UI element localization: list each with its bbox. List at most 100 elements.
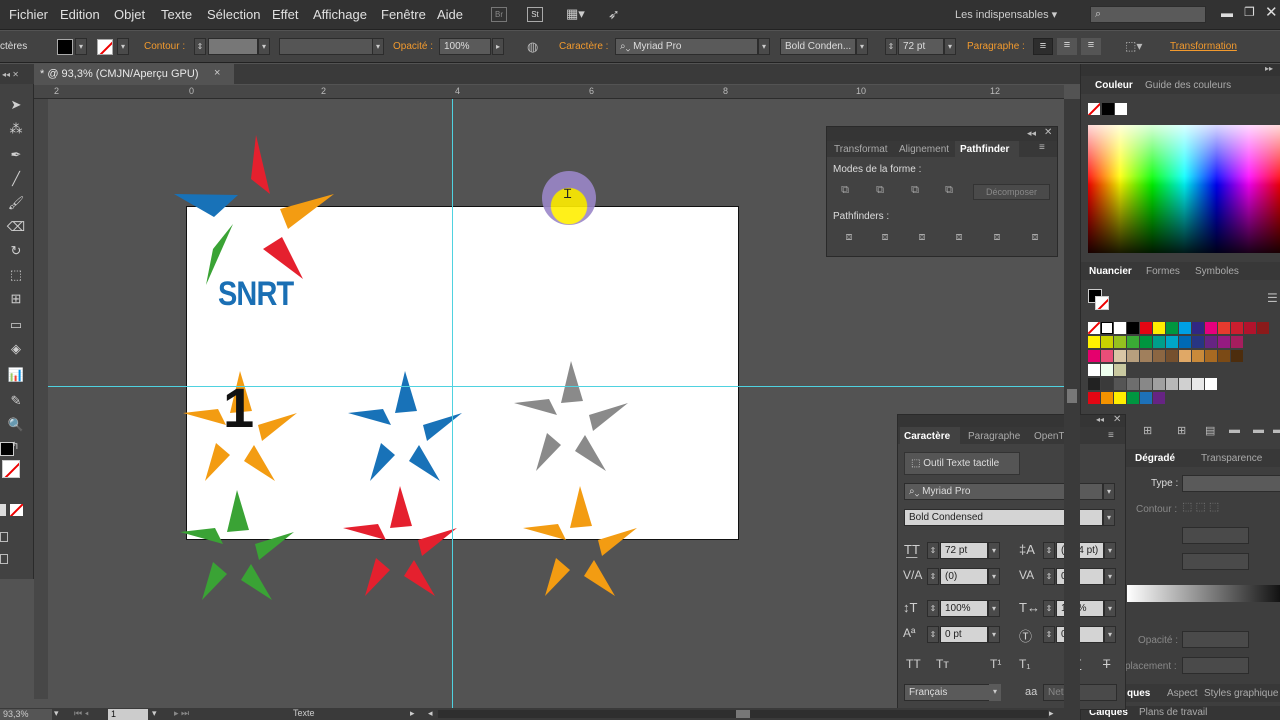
star-top-logo[interactable] [174,135,334,285]
color-swatch[interactable] [1114,350,1126,362]
expand-button[interactable]: Décomposer [973,184,1050,200]
menu-aide[interactable]: Aide [437,7,463,22]
strikethrough-icon[interactable]: T [1103,657,1110,671]
char-tracking-dropdown[interactable]: ▾ [1104,568,1116,585]
line-tool-icon[interactable]: ╱ [5,170,27,188]
font-size-dropdown[interactable]: ▾ [944,38,956,55]
outline-icon[interactable]: ⧈ [987,231,1007,247]
language-dropdown[interactable]: ▾ [989,684,1001,701]
first-artboard-icon[interactable]: ⏮ ◂ [74,708,89,719]
align-center-icon[interactable]: ≡ [1057,38,1077,55]
color-swatch[interactable] [1088,364,1100,376]
color-swatch[interactable] [1231,336,1243,348]
gradient-placement-field[interactable] [1182,657,1249,674]
touch-type-tool-button[interactable]: ⬚ Outil Texte tactile [904,452,1020,475]
align-right-icon[interactable]: ≡ [1081,38,1101,55]
char-baseline-dropdown[interactable]: ▾ [988,626,1000,643]
menu-affichage[interactable]: Affichage [313,7,367,22]
menu-selection[interactable]: Sélection [207,7,260,22]
subscript-icon[interactable]: T₁ [1019,657,1030,671]
gradient-aspect-field[interactable] [1182,553,1249,570]
tab-transparence[interactable]: Transparence [1201,453,1262,464]
color-swatch[interactable] [1179,322,1191,334]
font-size-stepper[interactable]: ⇕ [885,38,897,55]
color-swatch[interactable] [1153,378,1165,390]
color-swatch[interactable] [1127,336,1139,348]
tab-aspect[interactable]: Aspect [1167,688,1198,699]
swap-colors-icon[interactable]: ↰ [11,441,19,452]
color-swatch[interactable] [1205,322,1217,334]
color-swatch[interactable] [1127,392,1139,404]
color-swatch[interactable] [1114,364,1126,376]
transformation-link[interactable]: Transformation [1170,41,1237,52]
baseline-stepper[interactable]: ⇕ [927,626,939,643]
swatch-options-icon[interactable]: ▤ [1205,424,1215,437]
menu-fenetre[interactable]: Fenêtre [381,7,426,22]
tab-degrade[interactable]: Dégradé [1135,453,1175,464]
workspace-switcher[interactable]: Les indispensables ▾ [955,8,1057,21]
color-swatch[interactable] [1179,350,1191,362]
font-size-field[interactable]: 72 pt [898,38,944,55]
tracking-stepper[interactable]: ⇕ [1043,568,1055,585]
font-style-field[interactable]: Bold Conden... [780,38,856,55]
font-family-field[interactable]: ⌕⌄ Myriad Pro [615,38,758,55]
language-field[interactable]: Français [904,684,994,701]
color-swatch[interactable] [1218,350,1230,362]
color-swatch[interactable] [1231,322,1243,334]
opacity-dropdown[interactable]: ▸ [492,38,504,55]
color-swatch[interactable] [1140,336,1152,348]
minus-back-icon[interactable]: ⧈ [1025,231,1045,247]
tab-alignement[interactable]: Alignement [899,144,949,155]
bridge-icon[interactable]: Br [491,7,507,22]
color-swatch[interactable] [1114,392,1126,404]
color-swatch[interactable] [1101,350,1113,362]
tab-guide-couleurs[interactable]: Guide des couleurs [1145,80,1231,91]
color-swatch[interactable] [1088,350,1100,362]
color-swatch[interactable] [1088,336,1100,348]
leading-stepper[interactable]: ⇕ [1043,542,1055,559]
color-swatch[interactable] [1166,350,1178,362]
fill-swatch[interactable] [57,39,73,55]
blend-tool-icon[interactable]: ◈ [5,340,27,358]
color-swatch[interactable] [1153,350,1165,362]
variable-width-dropdown[interactable]: ▾ [372,38,384,55]
variable-width-field[interactable] [279,38,373,55]
color-swatch[interactable] [1088,322,1100,334]
color-swatch[interactable] [1101,392,1113,404]
trim-icon[interactable]: ⧈ [875,231,895,247]
color-swatch[interactable] [1140,350,1152,362]
stock-icon[interactable]: St [527,7,543,22]
dock-header[interactable]: ▸▸ [1081,64,1280,76]
panel-header[interactable]: ◂◂ ✕ [827,127,1057,141]
color-black-swatch[interactable] [1102,103,1114,115]
menu-effet[interactable]: Effet [272,7,299,22]
color-swatch[interactable] [1257,322,1269,334]
tab-paragraphe[interactable]: Paragraphe [968,431,1020,442]
contour-weight-dropdown[interactable]: ▾ [258,38,270,55]
color-none-swatch[interactable] [1088,103,1100,115]
color-swatch[interactable] [1218,336,1230,348]
color-swatch[interactable] [1153,322,1165,334]
screen-mode-icon[interactable] [0,554,8,564]
crop-icon[interactable]: ⧈ [949,231,969,247]
color-swatch[interactable] [1101,378,1113,390]
color-swatch[interactable] [1088,392,1100,404]
vertical-scrollbar[interactable] [1064,99,1080,708]
color-swatch[interactable] [1127,322,1139,334]
close-panel-icon[interactable]: ✕ [1113,414,1121,425]
unite-icon[interactable]: ⧉ [835,184,855,200]
tab-calques-short[interactable]: ques [1127,688,1150,699]
color-swatch[interactable] [1101,336,1113,348]
color-swatch[interactable] [1140,378,1152,390]
color-swatch[interactable] [1192,378,1204,390]
maximize-button[interactable]: ❐ [1244,5,1255,19]
color-swatch[interactable] [1205,336,1217,348]
color-swatch[interactable] [1244,322,1256,334]
vertical-ruler[interactable] [34,99,48,699]
collapse-icon[interactable]: ◂◂ [1096,415,1104,424]
panel-menu-icon[interactable]: ≡ [1039,142,1045,153]
draw-mode-icon[interactable] [0,532,8,542]
char-baseline-field[interactable]: 0 pt [940,626,988,643]
status-arrow-icon[interactable]: ▸ [410,708,415,719]
stroke-color-icon[interactable] [2,460,20,478]
